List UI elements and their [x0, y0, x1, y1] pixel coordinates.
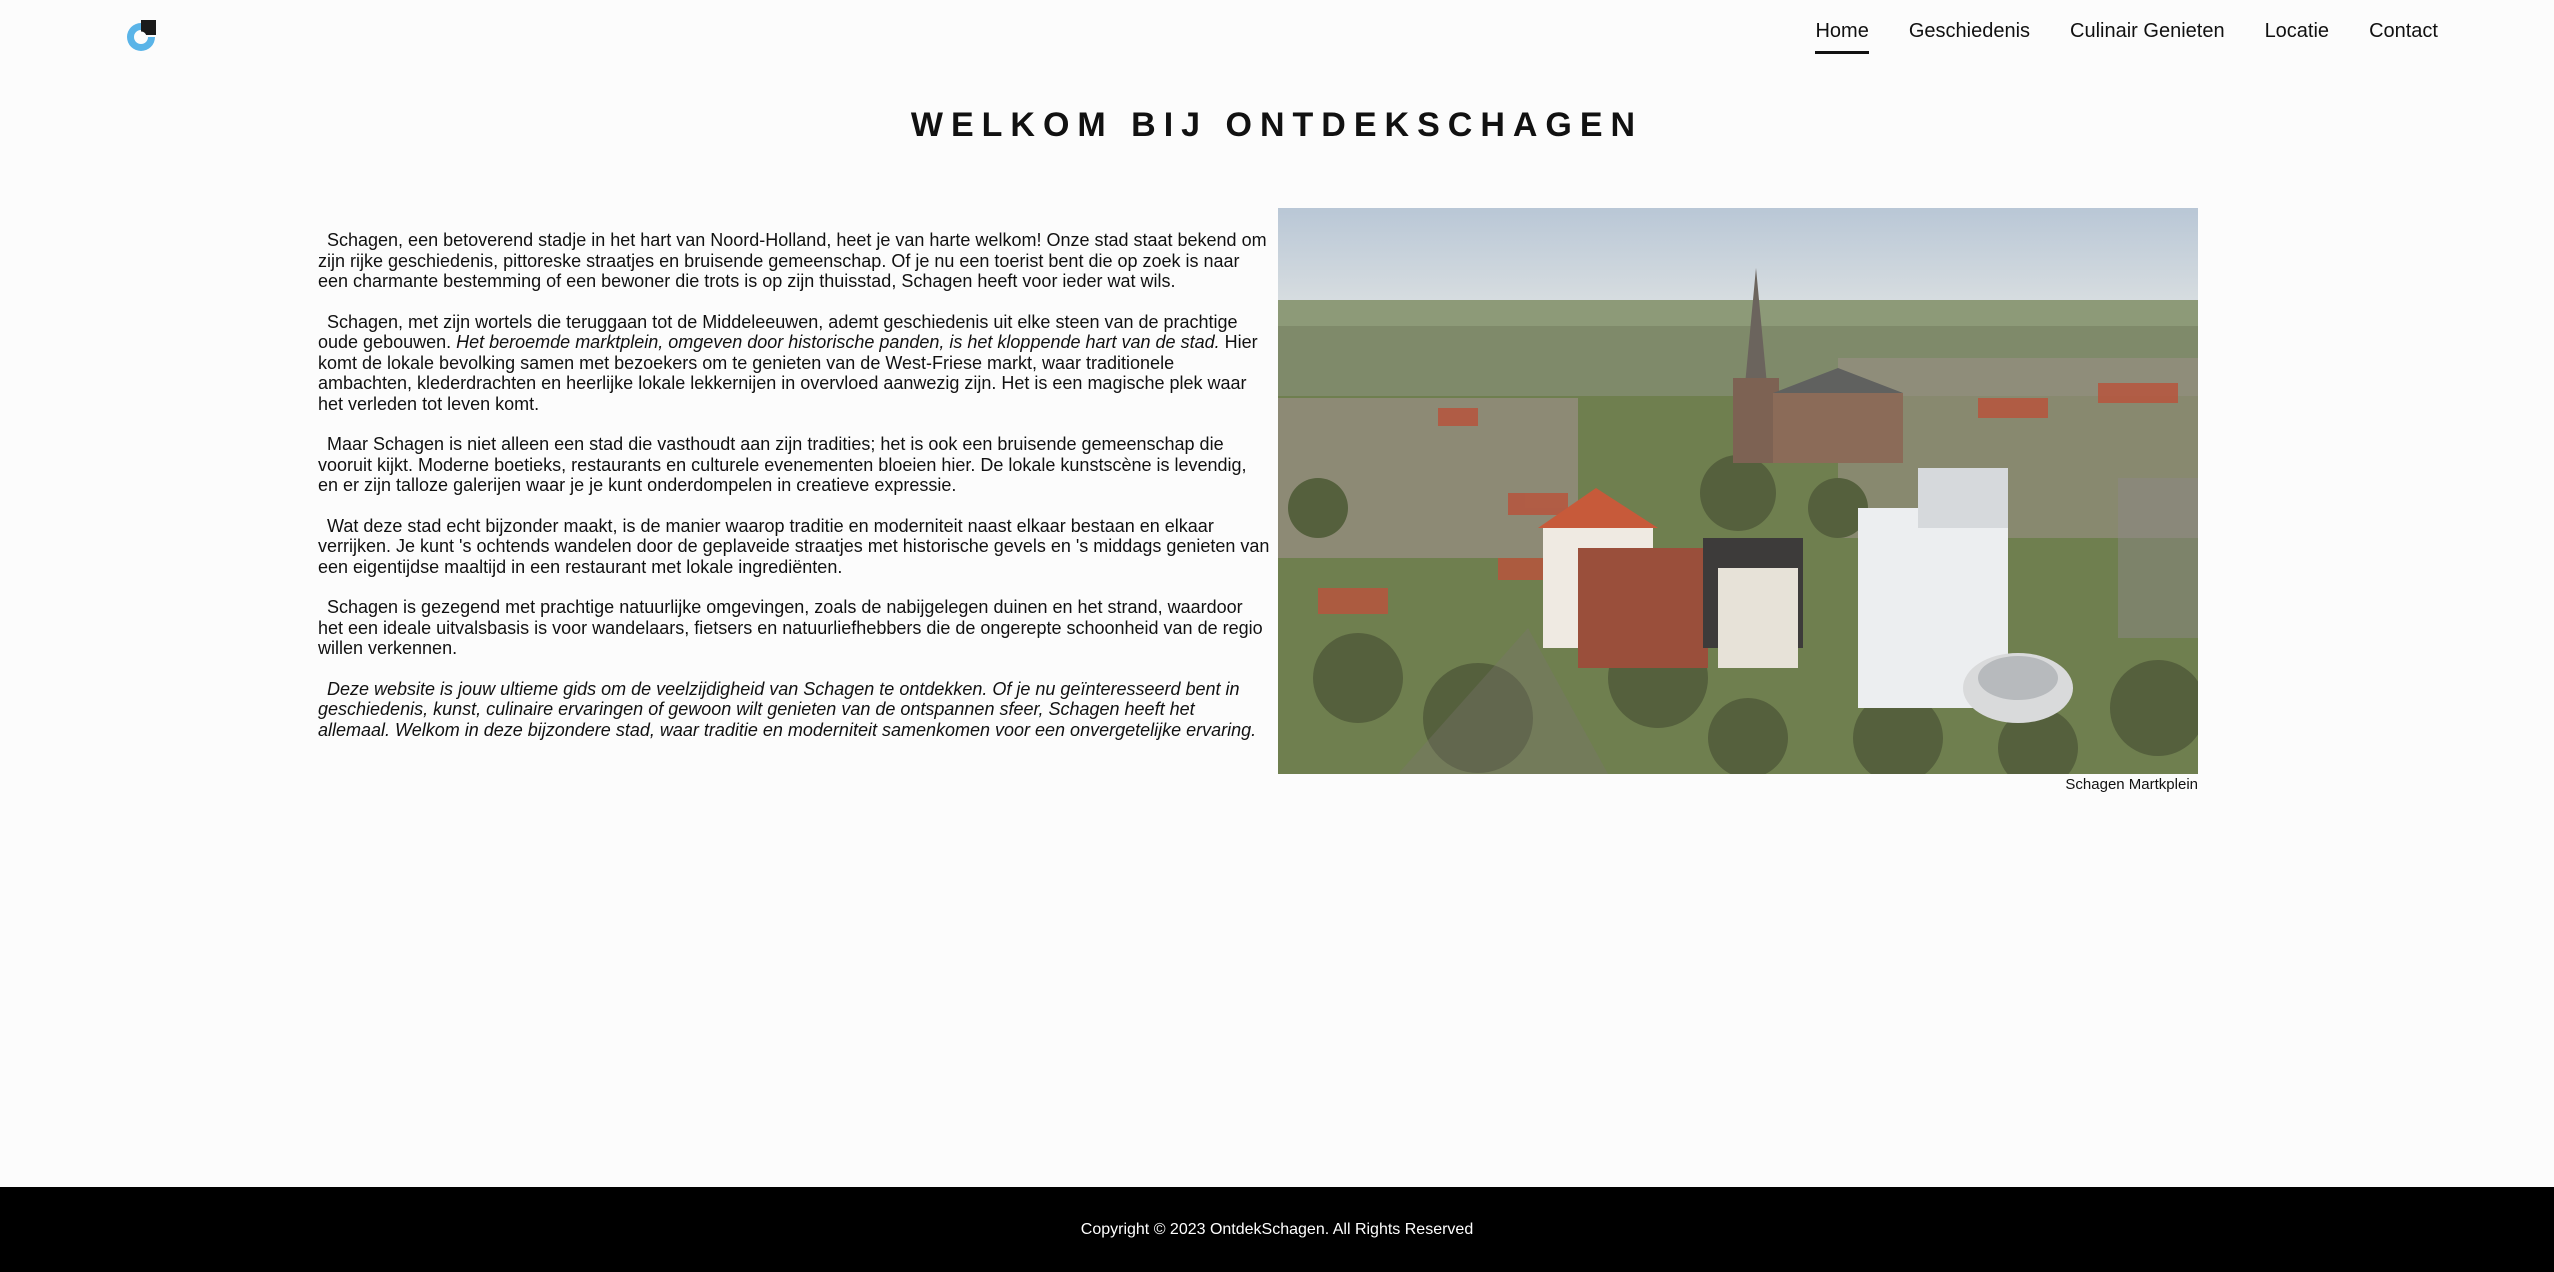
nav-item-contact[interactable]: Contact — [2369, 20, 2438, 54]
image-caption: Schagen Martkplein — [2065, 776, 2198, 793]
nav-item-locatie[interactable]: Locatie — [2265, 20, 2330, 54]
paragraph-4: Wat deze stad echt bijzonder maakt, is d… — [318, 515, 1270, 577]
copyright-text: Copyright © 2023 OntdekSchagen. All Righ… — [1080, 1220, 1474, 1238]
intro-text: Schagen, een betoverend stadje in het ha… — [318, 230, 1270, 740]
paragraph-6-italic: Deze website is jouw ultieme gids om de … — [318, 678, 1257, 740]
footer: Copyright © 2023 OntdekSchagen. All Righ… — [0, 1187, 2554, 1272]
main-nav: Home Geschiedenis Culinair Genieten Loca… — [1815, 20, 2438, 54]
page-title: Welkom bij OntdekSchagen — [910, 106, 1644, 144]
main-content: Schagen, een betoverend stadje in het ha… — [318, 208, 2198, 798]
paragraph-3: Maar Schagen is niet alleen een stad die… — [318, 434, 1247, 495]
nav-item-geschiedenis[interactable]: Geschiedenis — [1909, 20, 2030, 54]
paragraph-2: Schagen, met zijn wortels die teruggaan … — [318, 312, 1270, 415]
nav-item-culinair-genieten[interactable]: Culinair Genieten — [2070, 20, 2225, 54]
page: Home Geschiedenis Culinair Genieten Loca… — [0, 0, 2554, 1272]
aerial-photo-schagen — [1278, 208, 2198, 774]
paragraph-6: Deze website is jouw ultieme gids om de … — [318, 679, 1270, 741]
paragraph-5: Schagen is gezegend met prachtige natuur… — [318, 597, 1263, 658]
nav-item-home[interactable]: Home — [1815, 20, 1869, 54]
ontdekschagen-logo-icon[interactable] — [122, 18, 160, 56]
paragraph-2-italic: Het beroemde marktplein, omgeven door hi… — [456, 332, 1220, 352]
market-square-figure: Schagen Martkplein — [1278, 208, 2198, 793]
paragraph-1: Schagen, een betoverend stadje in het ha… — [318, 230, 1267, 291]
